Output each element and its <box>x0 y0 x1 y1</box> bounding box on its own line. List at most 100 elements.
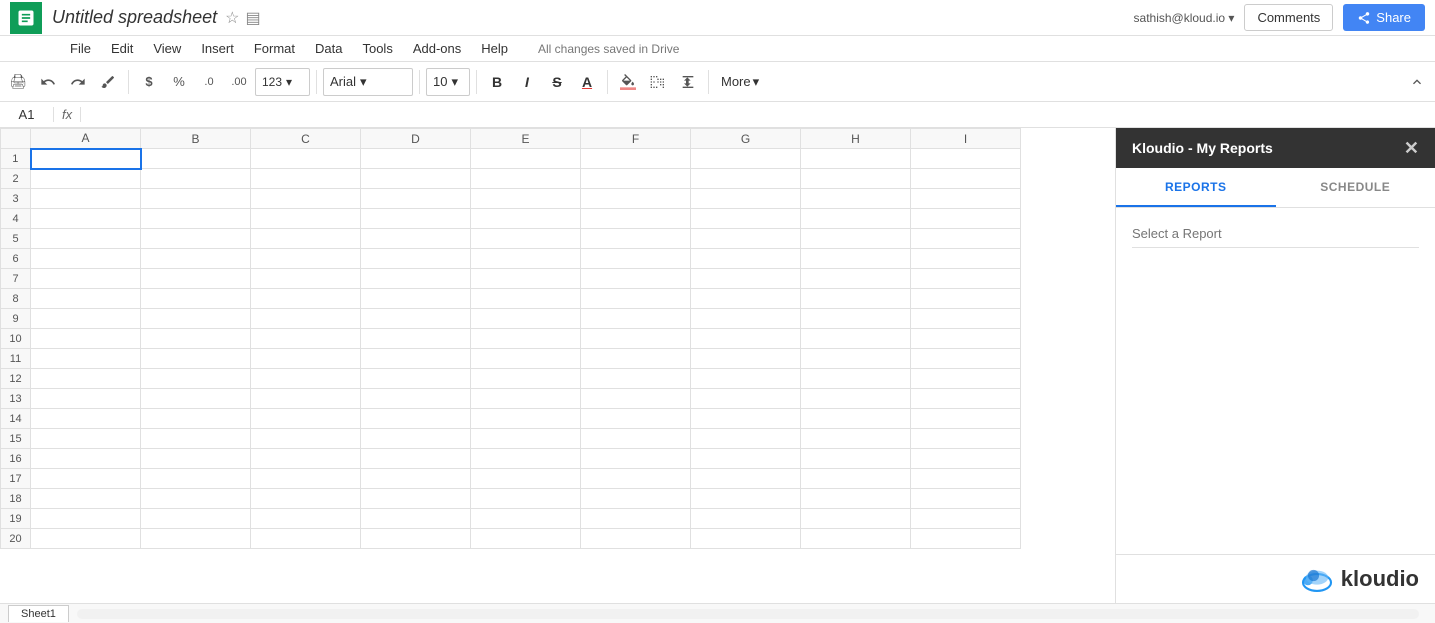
cell[interactable] <box>581 529 691 549</box>
cell[interactable] <box>911 169 1021 189</box>
side-panel-close-button[interactable]: ✕ <box>1404 138 1419 159</box>
cell-name-box[interactable]: A1 <box>4 107 54 122</box>
menu-help[interactable]: Help <box>471 39 518 58</box>
cell[interactable] <box>581 369 691 389</box>
share-button[interactable]: Share <box>1343 4 1425 31</box>
undo-button[interactable] <box>34 68 62 96</box>
cell[interactable] <box>471 449 581 469</box>
cell[interactable] <box>141 509 251 529</box>
cell[interactable] <box>691 349 801 369</box>
cell[interactable] <box>911 509 1021 529</box>
cell[interactable] <box>361 269 471 289</box>
cell[interactable] <box>911 409 1021 429</box>
cell[interactable] <box>141 369 251 389</box>
cell[interactable] <box>31 229 141 249</box>
cell[interactable] <box>251 329 361 349</box>
cell[interactable] <box>361 309 471 329</box>
cell[interactable] <box>361 189 471 209</box>
cell[interactable] <box>141 289 251 309</box>
cell[interactable] <box>31 529 141 549</box>
cell[interactable] <box>691 329 801 349</box>
folder-icon[interactable]: ▤ <box>245 8 260 28</box>
select-report-input[interactable] <box>1132 220 1419 248</box>
col-header-c[interactable]: C <box>251 129 361 149</box>
cell[interactable] <box>581 269 691 289</box>
font-size-dropdown[interactable]: 10 ▾ <box>426 68 470 96</box>
cell[interactable] <box>251 309 361 329</box>
menu-file[interactable]: File <box>60 39 101 58</box>
cell[interactable] <box>691 509 801 529</box>
cell[interactable] <box>471 169 581 189</box>
cell[interactable] <box>691 369 801 389</box>
cell[interactable] <box>691 209 801 229</box>
cell[interactable] <box>581 349 691 369</box>
cell[interactable] <box>251 389 361 409</box>
col-header-g[interactable]: G <box>691 129 801 149</box>
cell[interactable] <box>471 209 581 229</box>
cell[interactable] <box>801 229 911 249</box>
col-header-b[interactable]: B <box>141 129 251 149</box>
cell[interactable] <box>581 229 691 249</box>
cell[interactable] <box>361 169 471 189</box>
cell[interactable] <box>31 349 141 369</box>
cell[interactable] <box>471 389 581 409</box>
col-header-i[interactable]: I <box>911 129 1021 149</box>
cell[interactable] <box>141 349 251 369</box>
cell[interactable] <box>251 229 361 249</box>
cell[interactable] <box>141 489 251 509</box>
percent-button[interactable]: % <box>165 68 193 96</box>
cell[interactable] <box>471 269 581 289</box>
cell[interactable] <box>801 169 911 189</box>
cell[interactable] <box>801 249 911 269</box>
cell[interactable] <box>691 389 801 409</box>
cell[interactable] <box>31 269 141 289</box>
cell[interactable] <box>361 429 471 449</box>
cell[interactable] <box>801 349 911 369</box>
col-header-d[interactable]: D <box>361 129 471 149</box>
cell[interactable] <box>691 169 801 189</box>
redo-button[interactable] <box>64 68 92 96</box>
formula-input[interactable] <box>81 107 1431 122</box>
cell[interactable] <box>251 249 361 269</box>
cell[interactable] <box>801 329 911 349</box>
cell[interactable] <box>471 309 581 329</box>
cell[interactable] <box>31 189 141 209</box>
cell[interactable] <box>581 209 691 229</box>
cell[interactable] <box>801 509 911 529</box>
cell[interactable] <box>471 249 581 269</box>
tab-schedule[interactable]: SCHEDULE <box>1276 168 1435 207</box>
cell[interactable] <box>141 529 251 549</box>
cell[interactable] <box>471 489 581 509</box>
cell[interactable] <box>911 189 1021 209</box>
cell[interactable] <box>691 469 801 489</box>
menu-edit[interactable]: Edit <box>101 39 143 58</box>
cell[interactable] <box>361 529 471 549</box>
col-header-e[interactable]: E <box>471 129 581 149</box>
cell[interactable] <box>31 309 141 329</box>
sheet-tab[interactable]: Sheet1 <box>8 605 69 622</box>
italic-button[interactable]: I <box>513 68 541 96</box>
cell[interactable] <box>361 249 471 269</box>
cell[interactable] <box>251 429 361 449</box>
cell[interactable] <box>801 149 911 169</box>
col-header-f[interactable]: F <box>581 129 691 149</box>
cell[interactable] <box>141 309 251 329</box>
cell[interactable] <box>361 209 471 229</box>
menu-tools[interactable]: Tools <box>352 39 402 58</box>
decimal-increase-button[interactable]: .00 <box>225 68 253 96</box>
cell[interactable] <box>141 209 251 229</box>
cell[interactable] <box>361 389 471 409</box>
cell[interactable] <box>251 189 361 209</box>
cell[interactable] <box>801 489 911 509</box>
cell[interactable] <box>801 409 911 429</box>
cell[interactable] <box>691 529 801 549</box>
cell[interactable] <box>691 429 801 449</box>
cell[interactable] <box>471 369 581 389</box>
cell[interactable] <box>31 489 141 509</box>
cell[interactable] <box>251 349 361 369</box>
font-color-button[interactable]: A <box>573 68 601 96</box>
cell[interactable] <box>31 429 141 449</box>
comments-button[interactable]: Comments <box>1244 4 1333 31</box>
cell[interactable] <box>31 449 141 469</box>
cell[interactable] <box>801 389 911 409</box>
